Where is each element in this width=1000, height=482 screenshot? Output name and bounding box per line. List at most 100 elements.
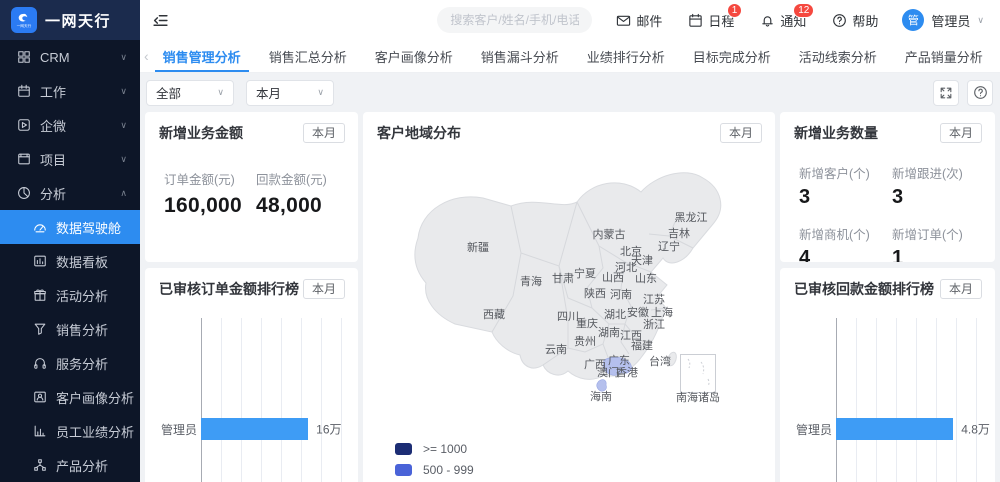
province-label: 河南 [610, 288, 632, 301]
chevron-down-icon: ∨ [120, 52, 127, 63]
china-map[interactable]: 黑龙江吉林辽宁内蒙古北京天津河北新疆宁夏甘肃青海山西山东陕西河南江苏西藏四川重庆… [363, 138, 775, 468]
performance-icon [33, 424, 47, 438]
sidebar-subitem-6[interactable]: 客户画像分析 [0, 380, 140, 414]
collapse-sidebar-icon[interactable] [152, 12, 169, 29]
region-map-card: 客户地域分布 本月 [363, 112, 775, 482]
sidebar-item-5[interactable]: 分析∧ [0, 176, 140, 210]
stat: 订单金额(元)160,000 [164, 169, 256, 218]
sidebar-item-label: 工作 [40, 82, 66, 101]
stat-value: 4 [799, 247, 892, 262]
help-button[interactable] [967, 80, 993, 106]
stat: 新增客户(个)3 [799, 163, 892, 209]
tab-8[interactable]: 产品销量分析 [891, 40, 997, 72]
tab-4[interactable]: 销售漏斗分析 [467, 40, 573, 72]
user-name: 管理员 [931, 11, 970, 30]
province-label: 海南 [590, 389, 612, 403]
sidebar-subitem-label: 数据看板 [56, 252, 108, 271]
sidebar-subitem-label: 客户画像分析 [56, 388, 134, 407]
sidebar-subitem-1[interactable]: 数据驾驶舱 [0, 210, 140, 244]
search-input[interactable] [437, 7, 592, 33]
chart-gridlines [836, 318, 979, 482]
notification-badge: 1 [727, 3, 743, 18]
sidebar-subitem-5[interactable]: 服务分析 [0, 346, 140, 380]
sidebar-subitem-4[interactable]: 销售分析 [0, 312, 140, 346]
fullscreen-button[interactable] [933, 80, 959, 106]
help-icon [832, 13, 847, 28]
new-count-stats: 新增客户(个)3新增跟进(次)3新增商机(个)4新增订单(个)1 [780, 143, 995, 262]
sidebar: CRM∨工作∨企微∨项目∨分析∧数据驾驶舱数据看板活动分析销售分析服务分析客户画… [0, 40, 140, 482]
bar[interactable] [836, 418, 953, 440]
province-label: 西藏 [483, 308, 505, 321]
sidebar-subitem-8[interactable]: 产品分析 [0, 448, 140, 482]
tab-bar: ‹ 销售管理分析销售汇总分析客户画像分析销售漏斗分析业绩排行分析目标完成分析活动… [140, 40, 1000, 73]
sidebar-item-1[interactable]: CRM∨ [0, 40, 140, 74]
tab-3[interactable]: 客户画像分析 [361, 40, 467, 72]
tab-2[interactable]: 销售汇总分析 [255, 40, 361, 72]
dashboard-grid: 新增业务金额 本月 订单金额(元)160,000回款金额(元)48,000 客户… [145, 112, 995, 482]
tab-1[interactable]: 销售管理分析 [149, 40, 255, 72]
period-select[interactable]: 本月 ∨ [246, 80, 334, 106]
brand-name: 一网天行 [45, 10, 111, 31]
tab-7[interactable]: 活动线索分析 [785, 40, 891, 72]
sidebar-subitem-2[interactable]: 数据看板 [0, 244, 140, 278]
sidebar-item-3[interactable]: 企微∨ [0, 108, 140, 142]
bar[interactable] [201, 418, 308, 440]
period-badge: 本月 [303, 279, 345, 299]
mail-icon [616, 13, 631, 28]
stat: 回款金额(元)48,000 [256, 169, 348, 218]
analysis-icon [17, 186, 31, 200]
brand: 一网天行 一网天行 [0, 0, 140, 40]
chevron-down-icon: ∨ [317, 87, 324, 98]
chevron-down-icon: ∨ [120, 86, 127, 97]
topbar-main: 邮件 日程1 通知12 帮助 管 管理员 ∨ [140, 0, 1000, 40]
bar-row: 管理员4.8万 [780, 418, 979, 440]
sidebar-subitem-label: 员工业绩分析 [56, 422, 134, 441]
sidebar-subitem-label: 活动分析 [56, 286, 108, 305]
bar-track: 4.8万 [836, 418, 979, 440]
topbar-item-2[interactable]: 日程1 [688, 11, 734, 30]
calendar-icon [688, 13, 703, 28]
period-badge: 本月 [940, 123, 982, 143]
sidebar-item-4[interactable]: 项目∨ [0, 142, 140, 176]
tab-5[interactable]: 业绩排行分析 [573, 40, 679, 72]
service-icon [33, 356, 47, 370]
user-menu[interactable]: 管 管理员 ∨ [902, 9, 984, 31]
sidebar-subitem-3[interactable]: 活动分析 [0, 278, 140, 312]
province-label: 重庆 [576, 316, 598, 330]
stat-label: 新增跟进(次) [892, 163, 985, 182]
topbar-item-3[interactable]: 通知12 [760, 11, 806, 30]
sidebar-item-label: 分析 [40, 184, 66, 203]
province-label: 福建 [631, 338, 653, 352]
topbar-item-4[interactable]: 帮助 [832, 11, 878, 30]
tab-6[interactable]: 目标完成分析 [679, 40, 785, 72]
period-badge: 本月 [303, 123, 345, 143]
legend-swatch [395, 443, 412, 455]
new-amount-stats: 订单金额(元)160,000回款金额(元)48,000 [145, 143, 358, 218]
sidebar-item-label: 企微 [40, 116, 66, 135]
payment-rank-card: 已审核回款金额排行榜 本月 管理员4.8万 [780, 268, 995, 482]
province-label: 贵州 [574, 335, 596, 348]
stat-value: 1 [892, 247, 985, 262]
chevron-down-icon: ∨ [977, 15, 984, 26]
order-rank-card: 已审核订单金额排行榜 本月 管理员16万 [145, 268, 358, 482]
bar-category-label: 管理员 [780, 421, 832, 438]
province-label: 广东 [608, 354, 630, 367]
province-label: 甘肃 [552, 272, 574, 285]
fullscreen-icon [939, 86, 953, 100]
project-icon [17, 152, 31, 166]
scope-select[interactable]: 全部 ∨ [146, 80, 234, 106]
province-label: 湖北 [604, 308, 626, 321]
sidebar-item-2[interactable]: 工作 ∨ [0, 74, 140, 108]
brand-logo-text: 一网天行 [17, 24, 31, 28]
new-amount-card: 新增业务金额 本月 订单金额(元)160,000回款金额(元)48,000 [145, 112, 358, 262]
topbar-item-1[interactable]: 邮件 [616, 11, 662, 30]
stat-label: 新增客户(个) [799, 163, 892, 182]
province-label: 青海 [520, 274, 542, 288]
sidebar-subitem-7[interactable]: 员工业绩分析 [0, 414, 140, 448]
stat-value: 48,000 [256, 194, 348, 218]
topbar: 一网天行 一网天行 邮件 日程1 通知12 帮助 管 管理员 ∨ [0, 0, 1000, 40]
activity-icon [33, 288, 47, 302]
legend-swatch [395, 464, 412, 476]
map-legend-item: 500 - 999 [395, 459, 474, 480]
scope-select-value: 全部 [156, 83, 181, 102]
